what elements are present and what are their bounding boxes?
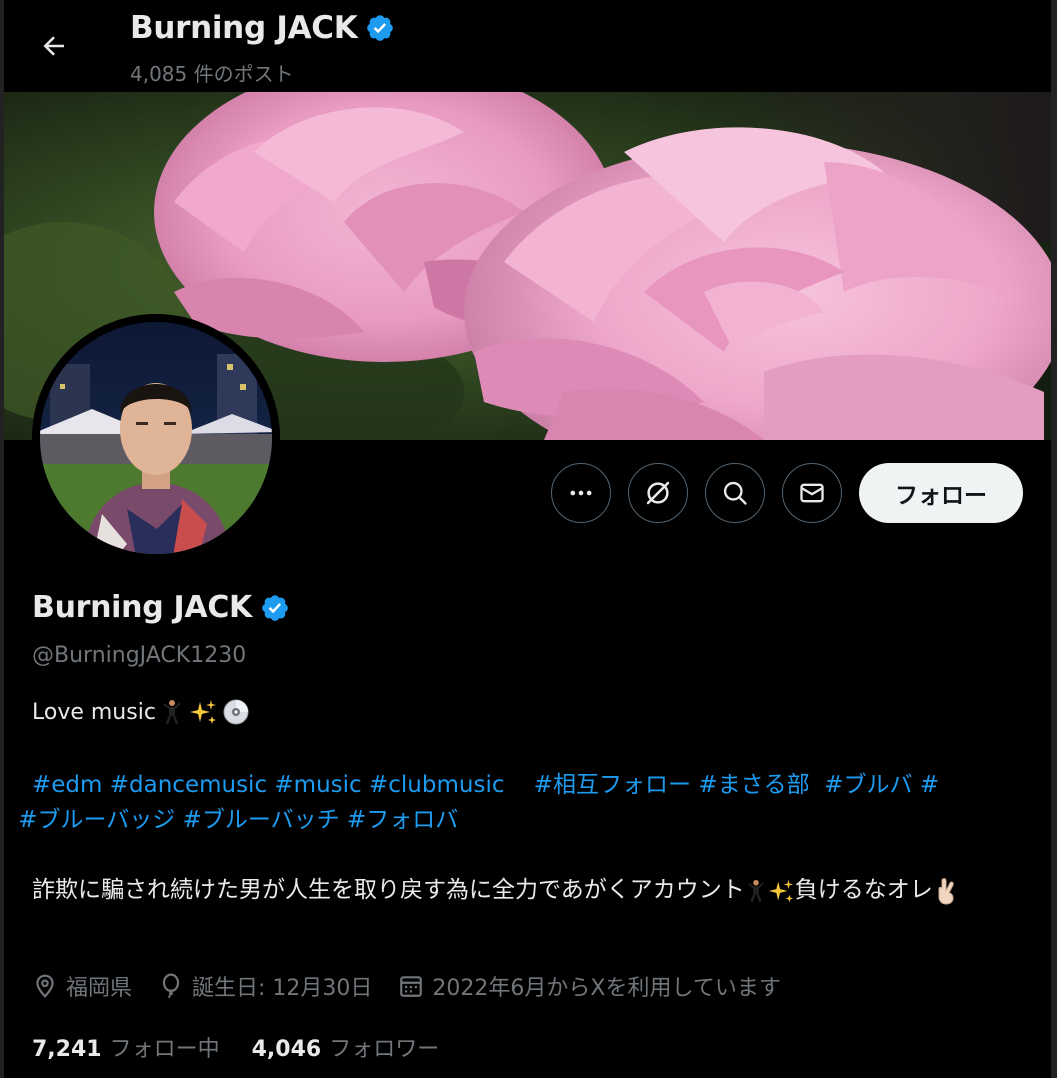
more-icon	[570, 490, 592, 496]
profile-header: Burning JACK 4,085 件のポスト	[4, 0, 1051, 92]
crossed-fingers-emoji-icon	[938, 877, 954, 905]
hashtag-link[interactable]: #clubmusic	[369, 772, 504, 798]
profile-name-row: Burning JACK	[32, 590, 290, 625]
followers-link[interactable]: 4,046 フォロワー	[252, 1031, 440, 1063]
bio-text: 詐欺に騙され続けた男が人生を取り戻す為に全力であがくアカウント	[32, 877, 745, 903]
location-item: 福岡県	[32, 970, 132, 1002]
more-button[interactable]	[551, 463, 611, 523]
search-icon	[723, 481, 747, 505]
search-button[interactable]	[705, 463, 765, 523]
hashtag-link[interactable]: #music	[274, 772, 361, 798]
header-title: Burning JACK	[130, 10, 395, 46]
joined-item: 2022年6月からXを利用しています	[398, 970, 781, 1002]
dancer-emoji-icon	[163, 700, 181, 725]
profile-meta: 福岡県 誕生日: 12月30日 2022年6月からXを利用しています	[32, 970, 807, 1002]
bio-line-1: Love music	[32, 698, 250, 726]
header-display-name: Burning JACK	[130, 10, 358, 46]
follow-stats: 7,241 フォロー中 4,046 フォロワー	[32, 1031, 471, 1063]
verified-badge-icon[interactable]	[260, 593, 290, 623]
window-border-right	[1051, 0, 1057, 1078]
post-count: 4,085 件のポスト	[130, 62, 294, 86]
message-button[interactable]	[782, 463, 842, 523]
profile-handle: @BurningJACK1230	[32, 643, 247, 668]
calendar-icon	[400, 976, 423, 997]
bio-line-3: 詐欺に騙され続けた男が人生を取り戻す為に全力であがくアカウント 負けるなオレ	[32, 872, 1032, 908]
hashtag-link[interactable]: #相互フォロー	[534, 772, 691, 798]
back-arrow-icon	[43, 36, 64, 56]
back-button[interactable]	[32, 24, 76, 68]
hashtag-link[interactable]: #まさる部	[698, 772, 809, 798]
bio-text: Love music	[32, 699, 156, 725]
hashtag-link[interactable]: #dancemusic	[110, 772, 267, 798]
birthday-text: 誕生日: 12月30日	[192, 976, 373, 1001]
joined-text: 2022年6月からXを利用しています	[432, 976, 781, 1001]
hashtag-link[interactable]: #ブルバ	[824, 772, 912, 798]
bio-text: 負けるなオレ	[794, 877, 933, 903]
location-icon	[36, 974, 54, 998]
birthday-balloon-icon	[162, 973, 180, 999]
avatar-photo	[32, 314, 280, 562]
sparkles-emoji-icon	[189, 700, 216, 724]
followers-label: フォロワー	[329, 1037, 440, 1062]
birthday-item: 誕生日: 12月30日	[158, 970, 372, 1002]
profile-display-name: Burning JACK	[32, 590, 252, 625]
followers-count: 4,046	[251, 1037, 322, 1062]
following-link[interactable]: 7,241 フォロー中	[32, 1031, 220, 1063]
dancer-emoji-icon	[747, 879, 764, 902]
hashtag-link[interactable]: #フォロバ	[347, 807, 458, 833]
following-label: フォロー中	[109, 1037, 220, 1062]
bio-hashtags: #edm #dancemusic #music #clubmusic #相互フォ…	[18, 772, 940, 833]
profile-avatar[interactable]	[32, 314, 280, 562]
following-count: 7,241	[32, 1037, 102, 1062]
follow-button[interactable]: フォロー	[859, 463, 1023, 523]
grok-icon	[646, 481, 670, 505]
sparkles-emoji-icon	[768, 879, 793, 902]
location-text: 福岡県	[66, 976, 133, 1001]
hashtag-link[interactable]: #ブルーバッチ	[183, 807, 340, 833]
mail-icon	[800, 483, 824, 503]
hashtag-link[interactable]: #ブルーバッジ	[18, 807, 175, 833]
hashtag-link[interactable]: #edm	[32, 772, 102, 798]
verified-badge-icon	[367, 15, 394, 41]
disc-emoji-icon	[223, 699, 249, 725]
grok-button[interactable]	[628, 463, 688, 523]
